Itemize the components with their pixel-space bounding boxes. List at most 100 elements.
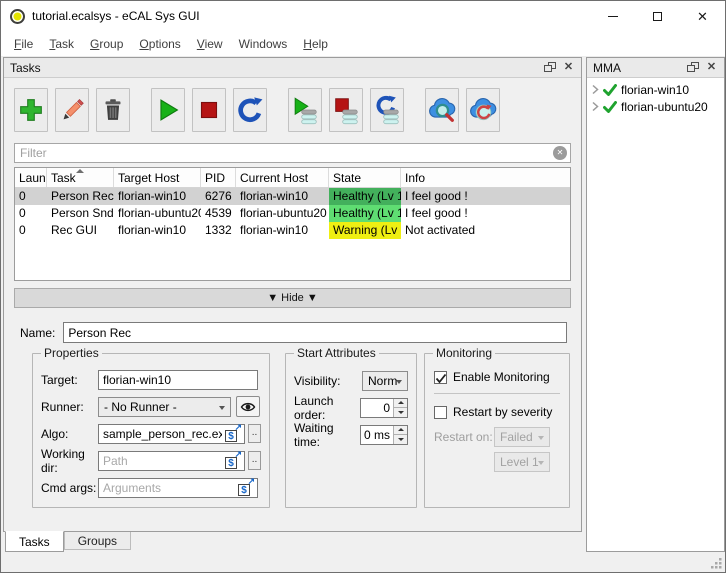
table-row[interactable]: 0 Person Snd florian-ubuntu20 4539 flori… bbox=[15, 205, 570, 222]
cell-pid: 6276 bbox=[205, 189, 232, 203]
column-header-launch[interactable]: Launc bbox=[15, 168, 47, 187]
arrow-up-icon bbox=[397, 428, 404, 432]
column-header-state[interactable]: State bbox=[329, 168, 401, 187]
cell-current-host: florian-win10 bbox=[240, 223, 309, 237]
arrow-down-icon bbox=[397, 410, 404, 414]
delete-task-button[interactable] bbox=[96, 88, 130, 132]
waiting-time-stepper[interactable]: 0 ms bbox=[360, 424, 408, 445]
working-dir-browse-button[interactable]: .. bbox=[247, 451, 261, 470]
close-button[interactable]: ✕ bbox=[680, 1, 725, 31]
column-header-target-host[interactable]: Target Host bbox=[114, 168, 201, 187]
tasks-panel-header: Tasks ✕ bbox=[4, 58, 581, 78]
spin-down-button[interactable] bbox=[394, 435, 407, 444]
filter-clear-button[interactable]: ✕ bbox=[553, 146, 567, 160]
sort-up-icon bbox=[76, 169, 84, 173]
column-header-info[interactable]: Info bbox=[401, 168, 570, 187]
edit-task-button[interactable] bbox=[55, 88, 89, 132]
column-header-current-host[interactable]: Current Host bbox=[236, 168, 329, 187]
float-icon bbox=[543, 62, 556, 72]
tree-item-host[interactable]: florian-win10 bbox=[587, 81, 724, 98]
minimize-icon bbox=[607, 15, 618, 17]
app-window: tutorial.ecalsys - eCAL Sys GUI ✕ File T… bbox=[0, 0, 726, 573]
launch-order-label: Launch order: bbox=[294, 393, 334, 422]
cell-info: I feel good ! bbox=[405, 189, 468, 203]
insert-variable-button[interactable]: $ ↗ bbox=[224, 449, 242, 469]
algo-browse-button[interactable]: .. bbox=[247, 424, 261, 443]
update-from-cloud-button[interactable] bbox=[466, 88, 500, 132]
spin-down-button[interactable] bbox=[394, 408, 407, 417]
arrow-down-icon bbox=[397, 437, 404, 441]
cell-task: Person Snd bbox=[51, 206, 114, 220]
algo-input[interactable] bbox=[98, 423, 245, 444]
runner-select[interactable]: - No Runner - bbox=[98, 396, 231, 417]
insert-variable-button[interactable]: $ ↗ bbox=[238, 476, 255, 496]
chevron-down-icon bbox=[219, 405, 225, 410]
enable-monitoring-label: Enable Monitoring bbox=[453, 370, 550, 384]
play-icon bbox=[160, 99, 179, 121]
menu-windows[interactable]: Windows bbox=[231, 33, 296, 55]
chevron-down-icon bbox=[538, 461, 544, 465]
cell-target-host: florian-win10 bbox=[118, 223, 187, 237]
view-runner-button[interactable] bbox=[236, 396, 260, 417]
start-task-button[interactable] bbox=[151, 88, 185, 132]
table-row[interactable]: 0 Rec GUI florian-win10 1332 florian-win… bbox=[15, 222, 570, 239]
tasks-panel-float-button[interactable] bbox=[540, 60, 559, 76]
tasks-panel-close-button[interactable]: ✕ bbox=[559, 60, 578, 76]
add-task-button[interactable] bbox=[14, 88, 48, 132]
insert-variable-button[interactable]: $ ↗ bbox=[224, 422, 242, 442]
cell-task: Person Rec bbox=[51, 189, 114, 203]
column-header-pid[interactable]: PID bbox=[201, 168, 236, 187]
minimize-button[interactable] bbox=[590, 1, 635, 31]
restart-list-icon bbox=[376, 95, 399, 125]
monitor-search-button[interactable] bbox=[425, 88, 459, 132]
close-icon: ✕ bbox=[563, 61, 574, 73]
menu-help[interactable]: Help bbox=[295, 33, 336, 55]
monitoring-group: Monitoring Enable Monitoring Restart by … bbox=[424, 346, 570, 508]
host-name: florian-win10 bbox=[621, 82, 690, 97]
expand-chevron-icon[interactable] bbox=[592, 101, 599, 112]
restart-task-list-button[interactable] bbox=[370, 88, 404, 132]
waiting-time-label: Waiting time: bbox=[294, 420, 334, 449]
table-row[interactable]: 0 Person Rec florian-win10 6276 florian-… bbox=[15, 188, 570, 205]
play-list-icon bbox=[294, 97, 317, 125]
properties-group-title: Properties bbox=[41, 346, 102, 360]
column-header-task[interactable]: Task bbox=[47, 168, 114, 187]
target-input[interactable] bbox=[98, 369, 258, 390]
maximize-button[interactable] bbox=[635, 1, 680, 31]
hide-details-button[interactable]: ▼ Hide ▼ bbox=[14, 288, 571, 308]
menu-group[interactable]: Group bbox=[82, 33, 131, 55]
enable-monitoring-checkbox[interactable] bbox=[434, 370, 447, 384]
task-table: Launc Task Target Host PID Current Host … bbox=[14, 167, 571, 281]
tab-groups[interactable]: Groups bbox=[63, 532, 132, 550]
cmd-args-input[interactable] bbox=[98, 477, 258, 498]
name-row: Name: bbox=[14, 322, 571, 343]
stop-task-button[interactable] bbox=[192, 88, 226, 132]
filter-input[interactable] bbox=[14, 143, 571, 163]
visibility-select[interactable]: Norm bbox=[362, 370, 408, 391]
menu-options[interactable]: Options bbox=[131, 33, 188, 55]
restart-by-severity-checkbox[interactable] bbox=[434, 405, 447, 419]
menu-view[interactable]: View bbox=[189, 33, 231, 55]
menu-file[interactable]: File bbox=[6, 33, 41, 55]
menu-bar: File Task Group Options View Windows Hel… bbox=[1, 31, 725, 57]
tree-item-host[interactable]: florian-ubuntu20 bbox=[587, 98, 724, 115]
start-task-list-button[interactable] bbox=[288, 88, 322, 132]
mma-panel-close-button[interactable]: ✕ bbox=[702, 60, 721, 76]
restart-task-button[interactable] bbox=[233, 88, 267, 132]
menu-task[interactable]: Task bbox=[41, 33, 82, 55]
stop-task-list-button[interactable] bbox=[329, 88, 363, 132]
spin-up-button[interactable] bbox=[394, 425, 407, 435]
stop-list-icon bbox=[335, 98, 358, 125]
task-name-input[interactable] bbox=[63, 322, 567, 343]
expand-chevron-icon[interactable] bbox=[592, 84, 599, 95]
spin-up-button[interactable] bbox=[394, 398, 407, 408]
mma-panel-float-button[interactable] bbox=[683, 60, 702, 76]
launch-order-stepper[interactable]: 0 bbox=[360, 397, 408, 418]
cell-target-host: florian-win10 bbox=[118, 189, 187, 203]
eye-icon bbox=[240, 402, 256, 411]
tab-tasks[interactable]: Tasks bbox=[5, 531, 64, 552]
resize-grip-icon[interactable] bbox=[710, 557, 723, 570]
working-dir-input[interactable] bbox=[98, 450, 245, 471]
chevron-down-icon bbox=[396, 379, 402, 384]
cloud-search-icon bbox=[429, 98, 456, 122]
